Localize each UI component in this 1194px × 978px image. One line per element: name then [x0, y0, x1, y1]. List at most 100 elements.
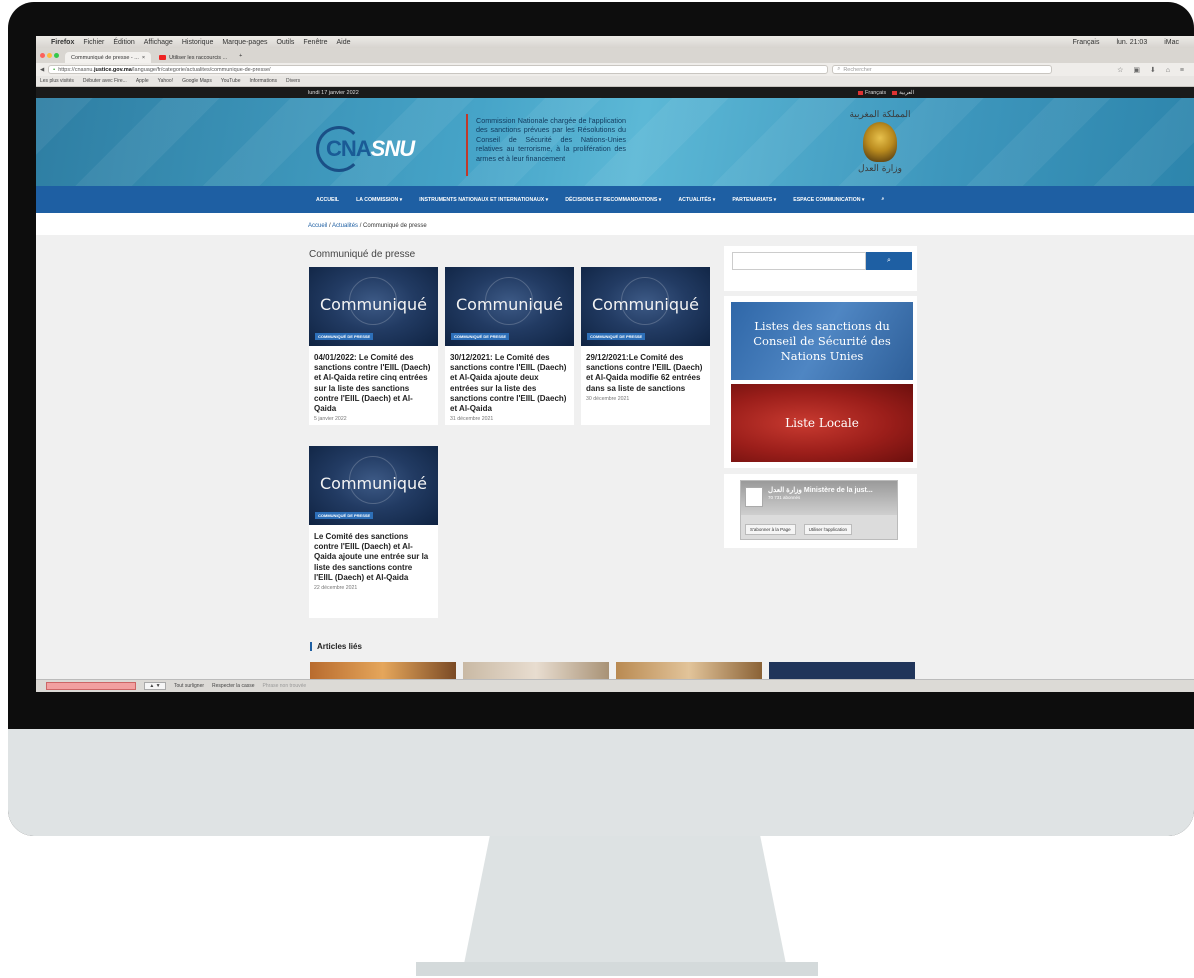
menu-fichier[interactable]: Fichier: [83, 39, 104, 46]
page-title: Communiqué de presse: [309, 249, 416, 260]
article-card[interactable]: Communiqué COMMUNIQUÉ DE PRESSE 30/12/20…: [445, 267, 574, 425]
article-title[interactable]: Le Comité des sanctions contre l'EIIL (D…: [309, 525, 438, 583]
find-status: Phrase non trouvée: [262, 683, 307, 689]
navigation-bar: ◀ ▪ https://cnasnu. justice.gov.ma /lang…: [36, 63, 1194, 76]
back-icon[interactable]: ◀: [40, 67, 44, 73]
related-article-thumb[interactable]: [769, 662, 915, 679]
bookmark-item[interactable]: Les plus visités: [40, 78, 74, 84]
find-input[interactable]: [46, 682, 136, 690]
article-thumbnail[interactable]: Communiqué COMMUNIQUÉ DE PRESSE: [445, 267, 574, 346]
keyboard-language[interactable]: Français: [1073, 39, 1100, 46]
menu-aide[interactable]: Aide: [337, 39, 351, 46]
breadcrumb: Accueil / Actualités / Communiqué de pre…: [36, 213, 1194, 235]
related-article-thumb[interactable]: [463, 662, 609, 679]
menubar-status: Français lun. 21:03 iMac: [1073, 39, 1188, 46]
url-host: justice.gov.ma: [93, 66, 132, 73]
lang-arabic[interactable]: العربية: [892, 90, 914, 96]
close-tab-icon[interactable]: ×: [142, 55, 145, 61]
highlight-all-button[interactable]: Tout surligner: [174, 683, 204, 689]
logo-text-left: CNA: [326, 136, 372, 161]
minimize-window-icon[interactable]: [47, 53, 52, 58]
local-list-banner[interactable]: Liste Locale: [731, 384, 913, 462]
bookmark-item[interactable]: YouTube: [221, 78, 241, 84]
sidebar-search-button[interactable]: ⌕: [866, 252, 912, 270]
match-case-checkbox[interactable]: Respecter la casse: [212, 683, 255, 689]
thumbnail-caption: Communiqué: [592, 295, 699, 314]
thumbnail-caption: Communiqué: [320, 295, 427, 314]
find-prev-next-icon[interactable]: ▲ ▼: [144, 682, 166, 690]
mission-statement: Commission Nationale chargée de l'applic…: [476, 116, 626, 163]
menu-outils[interactable]: Outils: [276, 39, 294, 46]
nav-instruments[interactable]: INSTRUMENTS NATIONAUX ET INTERNATIONAUX …: [419, 197, 548, 203]
tab-communique[interactable]: Communiqué de presse - ... ×: [65, 52, 152, 63]
article-date: 30 décembre 2021: [586, 395, 630, 402]
close-window-icon[interactable]: [40, 53, 45, 58]
thumbnail-caption: Communiqué: [320, 474, 427, 493]
nav-partenariats[interactable]: PARTENARIATS ▾: [732, 197, 776, 203]
facebook-page-name[interactable]: وزارة العدل Ministère de la just...: [768, 486, 873, 494]
screen: Firefox Fichier Édition Affichage Histor…: [36, 36, 1194, 692]
url-field[interactable]: ▪ https://cnasnu. justice.gov.ma /langua…: [48, 65, 829, 74]
lock-icon: ▪: [53, 66, 56, 73]
web-page: lundi 17 janvier 2022 Français العربية C…: [36, 87, 1194, 679]
tab-label: Communiqué de presse - ...: [71, 54, 139, 61]
bookmark-item[interactable]: Google Maps: [182, 78, 212, 84]
nav-search-icon[interactable]: ⌕: [882, 196, 885, 203]
search-icon: ⌕: [837, 66, 841, 72]
article-card[interactable]: Communiqué COMMUNIQUÉ DE PRESSE 29/12/20…: [581, 267, 710, 425]
facebook-followers: 70 731 abonnés: [768, 495, 801, 500]
clock[interactable]: lun. 21:03: [1116, 39, 1147, 46]
browser-search-field[interactable]: ⌕ Rechercher: [832, 65, 1053, 74]
zoom-window-icon[interactable]: [54, 53, 59, 58]
article-card[interactable]: Communiqué COMMUNIQUÉ DE PRESSE 04/01/20…: [309, 267, 438, 425]
facebook-app-button[interactable]: Utiliser l'application: [803, 524, 853, 535]
imac-stand: [464, 836, 786, 964]
menu-affichage[interactable]: Affichage: [144, 39, 173, 46]
menu-fenetre[interactable]: Fenêtre: [303, 39, 327, 46]
lang-french-label: Français: [865, 90, 887, 96]
imac-stand-base: [416, 962, 818, 976]
facebook-follow-button[interactable]: S'abonner à la Page: [745, 524, 796, 535]
article-title[interactable]: 29/12/2021:Le Comité des sanctions contr…: [581, 346, 710, 394]
toolbar-icons[interactable]: ☆ ▣ ⬇ ⌂ ≡: [1117, 66, 1188, 74]
breadcrumb-section[interactable]: Actualités: [332, 223, 358, 229]
article-thumbnail[interactable]: Communiqué COMMUNIQUÉ DE PRESSE: [581, 267, 710, 346]
tab-raccourcis[interactable]: Utiliser les raccourcis ...: [153, 52, 233, 63]
bookmark-item[interactable]: Informations: [250, 78, 278, 84]
breadcrumb-home[interactable]: Accueil: [308, 223, 327, 229]
related-article-thumb[interactable]: [616, 662, 762, 679]
nav-commission[interactable]: LA COMMISSION ▾: [356, 197, 402, 203]
menu-edition[interactable]: Édition: [113, 39, 134, 46]
article-title[interactable]: 30/12/2021: Le Comité des sanctions cont…: [445, 346, 574, 414]
menu-marque-pages[interactable]: Marque-pages: [222, 39, 267, 46]
facebook-widget: وزارة العدل Ministère de la just... 70 7…: [724, 474, 917, 548]
nav-actualites[interactable]: ACTUALITÉS ▾: [678, 197, 715, 203]
bookmark-item[interactable]: Débuter avec Fire...: [83, 78, 127, 84]
article-thumbnail[interactable]: Communiqué COMMUNIQUÉ DE PRESSE: [309, 267, 438, 346]
nav-decisions[interactable]: DÉCISIONS ET RECOMMANDATIONS ▾: [565, 197, 661, 203]
menu-app[interactable]: Firefox: [51, 39, 74, 46]
nav-accueil[interactable]: ACCUEIL: [316, 197, 339, 203]
user-name[interactable]: iMac: [1164, 39, 1179, 46]
article-title[interactable]: 04/01/2022: Le Comité des sanctions cont…: [309, 346, 438, 414]
bookmark-item[interactable]: Apple: [136, 78, 149, 84]
ministry-avatar: [745, 487, 763, 507]
window-controls: [40, 53, 59, 58]
sidebar-search-input[interactable]: [732, 252, 866, 270]
article-thumbnail[interactable]: Communiqué COMMUNIQUÉ DE PRESSE: [309, 446, 438, 525]
emblem-top-text: المملكة المغربية: [849, 110, 911, 120]
header-divider: [466, 114, 468, 176]
search-placeholder: Rechercher: [843, 66, 872, 73]
facebook-page-plugin[interactable]: وزارة العدل Ministère de la just... 70 7…: [740, 480, 898, 540]
nav-espace-communication[interactable]: ESPACE COMMUNICATION ▾: [793, 197, 864, 203]
site-logo[interactable]: CNASNU: [312, 126, 452, 172]
menu-historique[interactable]: Historique: [182, 39, 214, 46]
related-article-thumb[interactable]: [310, 662, 456, 679]
bookmark-item[interactable]: Yahoo!: [158, 78, 173, 84]
new-tab-icon[interactable]: +: [239, 53, 242, 59]
un-sanctions-banner[interactable]: Listes des sanctions du Conseil de Sécur…: [731, 302, 913, 380]
article-card[interactable]: Communiqué COMMUNIQUÉ DE PRESSE Le Comit…: [309, 446, 438, 618]
lang-french[interactable]: Français: [858, 90, 886, 96]
site-header: CNASNU Commission Nationale chargée de l…: [36, 98, 1194, 186]
bookmark-item[interactable]: Divers: [286, 78, 300, 84]
